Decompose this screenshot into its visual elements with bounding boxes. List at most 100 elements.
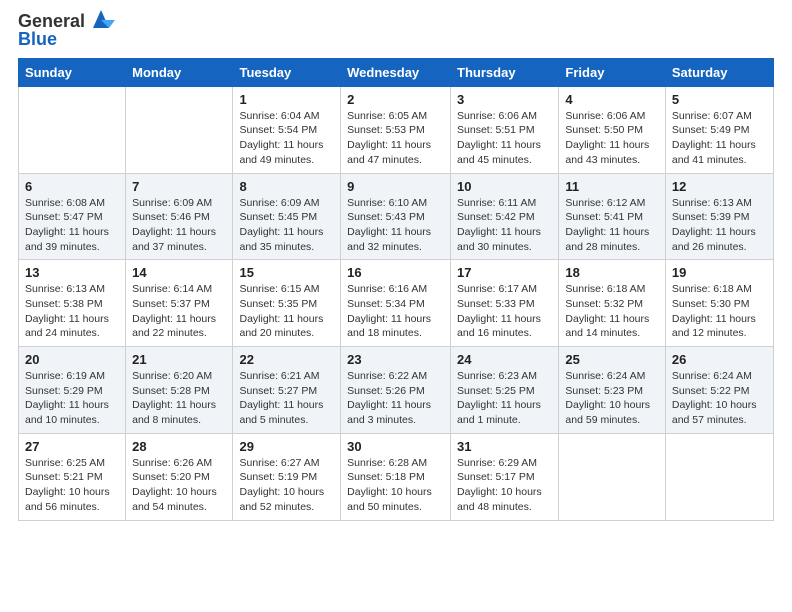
day-number: 29 — [239, 439, 334, 454]
day-number: 16 — [347, 265, 444, 280]
calendar-cell: 3 Sunrise: 6:06 AM Sunset: 5:51 PM Daylig… — [451, 86, 559, 173]
calendar-cell: 17Sunrise: 6:17 AM Sunset: 5:33 PM Dayli… — [451, 260, 559, 347]
calendar-cell: 24Sunrise: 6:23 AM Sunset: 5:25 PM Dayli… — [451, 347, 559, 434]
day-number: 7 — [132, 179, 226, 194]
day-number: 25 — [565, 352, 658, 367]
day-number: 1 — [239, 92, 334, 107]
day-number: 3 — [457, 92, 552, 107]
week-row-3: 13Sunrise: 6:13 AM Sunset: 5:38 PM Dayli… — [19, 260, 774, 347]
day-detail: Sunrise: 6:24 AM Sunset: 5:23 PM Dayligh… — [565, 369, 658, 428]
calendar-cell: 19Sunrise: 6:18 AM Sunset: 5:30 PM Dayli… — [665, 260, 773, 347]
calendar-cell: 21 Sunrise: 6:20 AM Sunset: 5:28 PM Dayli… — [126, 347, 233, 434]
calendar-cell: 5 Sunrise: 6:07 AM Sunset: 5:49 PM Daylig… — [665, 86, 773, 173]
calendar-cell: 22 Sunrise: 6:21 AM Sunset: 5:27 PM Dayli… — [233, 347, 341, 434]
calendar-cell — [19, 86, 126, 173]
day-detail: Sunrise: 6:21 AM Sunset: 5:27 PM Dayligh… — [239, 369, 334, 428]
day-number: 27 — [25, 439, 119, 454]
logo-blue: Blue — [18, 30, 57, 50]
day-number: 13 — [25, 265, 119, 280]
week-row-1: 1 Sunrise: 6:04 AM Sunset: 5:54 PM Daylig… — [19, 86, 774, 173]
day-number: 21 — [132, 352, 226, 367]
weekday-header-saturday: Saturday — [665, 58, 773, 86]
day-detail: Sunrise: 6:09 AM Sunset: 5:46 PM Dayligh… — [132, 196, 226, 255]
day-detail: Sunrise: 6:07 AM Sunset: 5:49 PM Dayligh… — [672, 109, 767, 168]
day-detail: Sunrise: 6:25 AM Sunset: 5:21 PM Dayligh… — [25, 456, 119, 515]
day-detail: Sunrise: 6:24 AM Sunset: 5:22 PM Dayligh… — [672, 369, 767, 428]
day-detail: Sunrise: 6:26 AM Sunset: 5:20 PM Dayligh… — [132, 456, 226, 515]
week-row-4: 20 Sunrise: 6:19 AM Sunset: 5:29 PM Dayli… — [19, 347, 774, 434]
weekday-header-friday: Friday — [559, 58, 665, 86]
calendar-cell: 23Sunrise: 6:22 AM Sunset: 5:26 PM Dayli… — [341, 347, 451, 434]
day-number: 20 — [25, 352, 119, 367]
day-number: 28 — [132, 439, 226, 454]
calendar-cell: 16 Sunrise: 6:16 AM Sunset: 5:34 PM Dayli… — [341, 260, 451, 347]
calendar-cell: 20 Sunrise: 6:19 AM Sunset: 5:29 PM Dayli… — [19, 347, 126, 434]
weekday-header-monday: Monday — [126, 58, 233, 86]
day-detail: Sunrise: 6:06 AM Sunset: 5:51 PM Dayligh… — [457, 109, 552, 168]
weekday-header-thursday: Thursday — [451, 58, 559, 86]
day-detail: Sunrise: 6:13 AM Sunset: 5:39 PM Dayligh… — [672, 196, 767, 255]
day-number: 15 — [239, 265, 334, 280]
calendar-cell: 1 Sunrise: 6:04 AM Sunset: 5:54 PM Daylig… — [233, 86, 341, 173]
day-detail: Sunrise: 6:16 AM Sunset: 5:34 PM Dayligh… — [347, 282, 444, 341]
calendar-cell: 14Sunrise: 6:14 AM Sunset: 5:37 PM Dayli… — [126, 260, 233, 347]
calendar-cell — [559, 433, 665, 520]
day-number: 8 — [239, 179, 334, 194]
page: General Blue SundayMondayTuesdayWednesda… — [0, 0, 792, 612]
calendar-cell: 28 Sunrise: 6:26 AM Sunset: 5:20 PM Dayli… — [126, 433, 233, 520]
day-detail: Sunrise: 6:18 AM Sunset: 5:30 PM Dayligh… — [672, 282, 767, 341]
day-detail: Sunrise: 6:10 AM Sunset: 5:43 PM Dayligh… — [347, 196, 444, 255]
calendar-cell: 9Sunrise: 6:10 AM Sunset: 5:43 PM Daylig… — [341, 173, 451, 260]
calendar-cell: 8 Sunrise: 6:09 AM Sunset: 5:45 PM Daylig… — [233, 173, 341, 260]
calendar-cell: 25 Sunrise: 6:24 AM Sunset: 5:23 PM Dayli… — [559, 347, 665, 434]
calendar-cell: 2 Sunrise: 6:05 AM Sunset: 5:53 PM Daylig… — [341, 86, 451, 173]
calendar-cell — [665, 433, 773, 520]
day-number: 6 — [25, 179, 119, 194]
day-detail: Sunrise: 6:27 AM Sunset: 5:19 PM Dayligh… — [239, 456, 334, 515]
weekday-header-wednesday: Wednesday — [341, 58, 451, 86]
calendar-cell: 30 Sunrise: 6:28 AM Sunset: 5:18 PM Dayli… — [341, 433, 451, 520]
day-number: 31 — [457, 439, 552, 454]
calendar-cell: 4 Sunrise: 6:06 AM Sunset: 5:50 PM Daylig… — [559, 86, 665, 173]
day-detail: Sunrise: 6:20 AM Sunset: 5:28 PM Dayligh… — [132, 369, 226, 428]
weekday-header-sunday: Sunday — [19, 58, 126, 86]
day-number: 10 — [457, 179, 552, 194]
calendar-cell: 15Sunrise: 6:15 AM Sunset: 5:35 PM Dayli… — [233, 260, 341, 347]
day-detail: Sunrise: 6:28 AM Sunset: 5:18 PM Dayligh… — [347, 456, 444, 515]
day-detail: Sunrise: 6:14 AM Sunset: 5:37 PM Dayligh… — [132, 282, 226, 341]
day-detail: Sunrise: 6:08 AM Sunset: 5:47 PM Dayligh… — [25, 196, 119, 255]
day-detail: Sunrise: 6:06 AM Sunset: 5:50 PM Dayligh… — [565, 109, 658, 168]
week-row-5: 27 Sunrise: 6:25 AM Sunset: 5:21 PM Dayli… — [19, 433, 774, 520]
calendar-cell — [126, 86, 233, 173]
day-detail: Sunrise: 6:29 AM Sunset: 5:17 PM Dayligh… — [457, 456, 552, 515]
day-number: 12 — [672, 179, 767, 194]
day-number: 26 — [672, 352, 767, 367]
calendar-cell: 7 Sunrise: 6:09 AM Sunset: 5:46 PM Daylig… — [126, 173, 233, 260]
day-detail: Sunrise: 6:19 AM Sunset: 5:29 PM Dayligh… — [25, 369, 119, 428]
day-number: 22 — [239, 352, 334, 367]
logo: General Blue — [18, 10, 115, 50]
day-detail: Sunrise: 6:04 AM Sunset: 5:54 PM Dayligh… — [239, 109, 334, 168]
week-row-2: 6 Sunrise: 6:08 AM Sunset: 5:47 PM Daylig… — [19, 173, 774, 260]
calendar-cell: 6 Sunrise: 6:08 AM Sunset: 5:47 PM Daylig… — [19, 173, 126, 260]
day-number: 30 — [347, 439, 444, 454]
day-number: 23 — [347, 352, 444, 367]
calendar-cell: 13Sunrise: 6:13 AM Sunset: 5:38 PM Dayli… — [19, 260, 126, 347]
header: General Blue — [18, 10, 774, 50]
day-number: 18 — [565, 265, 658, 280]
day-number: 4 — [565, 92, 658, 107]
calendar-cell: 10 Sunrise: 6:11 AM Sunset: 5:42 PM Dayli… — [451, 173, 559, 260]
calendar-cell: 11Sunrise: 6:12 AM Sunset: 5:41 PM Dayli… — [559, 173, 665, 260]
day-detail: Sunrise: 6:11 AM Sunset: 5:42 PM Dayligh… — [457, 196, 552, 255]
calendar-cell: 29 Sunrise: 6:27 AM Sunset: 5:19 PM Dayli… — [233, 433, 341, 520]
day-detail: Sunrise: 6:05 AM Sunset: 5:53 PM Dayligh… — [347, 109, 444, 168]
day-number: 2 — [347, 92, 444, 107]
weekday-header-row: SundayMondayTuesdayWednesdayThursdayFrid… — [19, 58, 774, 86]
day-number: 5 — [672, 92, 767, 107]
calendar-cell: 27 Sunrise: 6:25 AM Sunset: 5:21 PM Dayli… — [19, 433, 126, 520]
day-detail: Sunrise: 6:18 AM Sunset: 5:32 PM Dayligh… — [565, 282, 658, 341]
day-number: 24 — [457, 352, 552, 367]
day-number: 17 — [457, 265, 552, 280]
calendar-cell: 12 Sunrise: 6:13 AM Sunset: 5:39 PM Dayli… — [665, 173, 773, 260]
day-detail: Sunrise: 6:09 AM Sunset: 5:45 PM Dayligh… — [239, 196, 334, 255]
